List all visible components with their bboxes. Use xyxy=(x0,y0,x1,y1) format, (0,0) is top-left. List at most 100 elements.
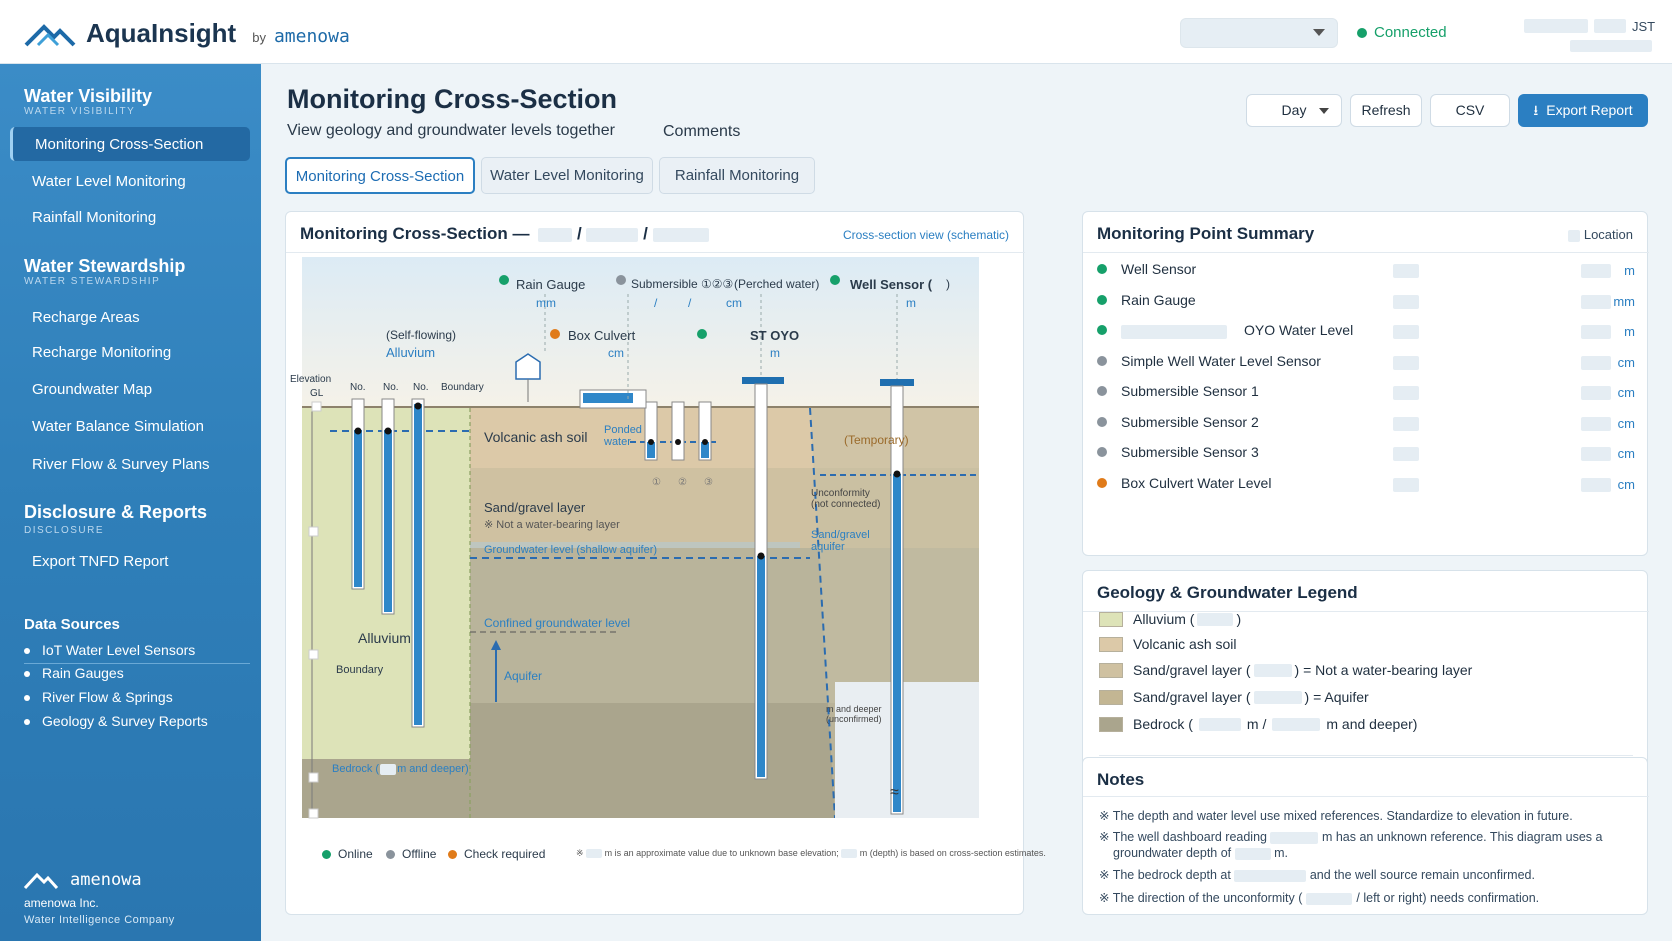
sidebar-item-rainfall-monitoring[interactable]: Rainfall Monitoring xyxy=(32,209,156,226)
location-toggle[interactable]: Location xyxy=(1567,227,1633,242)
legend-label: ) = Aquifer xyxy=(1304,689,1369,705)
well-no-label: No. xyxy=(383,382,399,393)
title-sep: / xyxy=(643,224,648,243)
alluvium-top-label: Alluvium xyxy=(386,345,436,360)
summary-row[interactable]: Well Sensor m xyxy=(1083,259,1649,283)
well-no-label: No. xyxy=(350,382,366,393)
sensor-1-marker: ① xyxy=(652,477,661,488)
value-placeholder xyxy=(380,763,397,775)
sidebar-item-export-tnfd-report[interactable]: Export TNFD Report xyxy=(32,553,168,570)
note-text: / left or right) needs confirmation. xyxy=(1356,891,1540,905)
summary-row[interactable]: Submersible Sensor 2 cm xyxy=(1083,412,1649,436)
sidebar-item-monitoring-cross-section[interactable]: Monitoring Cross-Section xyxy=(10,127,250,161)
status-dot-icon xyxy=(322,849,331,859)
note-text: ※ The well dashboard reading xyxy=(1099,830,1267,844)
value-placeholder xyxy=(1234,869,1307,882)
value-placeholder xyxy=(1581,325,1611,339)
status-dot-icon xyxy=(1097,264,1107,274)
footnote-mark: ※ xyxy=(576,848,584,858)
value-placeholder xyxy=(1393,416,1419,431)
value-placeholder xyxy=(1581,416,1611,431)
gl-label: GL xyxy=(310,388,324,399)
well-sensor-unit: m xyxy=(906,296,916,310)
section-disclosure-reports: Disclosure & Reports xyxy=(24,502,208,522)
submersible-label: Submersible ①②③ xyxy=(631,277,734,291)
footer-logo-text: amenowa xyxy=(70,870,142,890)
sidebar-item-recharge-monitoring[interactable]: Recharge Monitoring xyxy=(32,344,171,361)
sidebar-divider xyxy=(24,663,250,664)
sidebar-item-water-balance-simulation[interactable]: Water Balance Simulation xyxy=(32,418,204,435)
sidebar-item-groundwater-map[interactable]: Groundwater Map xyxy=(32,381,152,398)
summary-label: Submersible Sensor 3 xyxy=(1121,444,1259,460)
tab-rainfall-monitoring[interactable]: Rainfall Monitoring xyxy=(659,157,815,194)
tab-monitoring-cross-section[interactable]: Monitoring Cross-Section xyxy=(285,157,475,194)
sand-nonwb-swatch xyxy=(1099,662,1123,678)
summary-unit: m xyxy=(1624,324,1635,339)
confined-level-label: Confined groundwater level xyxy=(484,616,631,630)
bedrock-swatch xyxy=(1099,716,1123,732)
date-placeholder xyxy=(1570,40,1652,52)
alluvium-label: Alluvium xyxy=(358,630,411,646)
summary-label: Simple Well Water Level Sensor xyxy=(1121,352,1321,369)
legend-label: Bedrock ( xyxy=(1133,716,1193,732)
sidebar-item-recharge-areas[interactable]: Recharge Areas xyxy=(32,309,140,326)
boundary-top-label: Boundary xyxy=(441,382,484,393)
summary-unit: cm xyxy=(1617,415,1635,431)
value-placeholder xyxy=(1253,663,1292,677)
site-select[interactable] xyxy=(1180,18,1338,48)
legend-item-alluvium: Alluvium () xyxy=(1099,611,1241,627)
tab-water-level-monitoring[interactable]: Water Level Monitoring xyxy=(481,157,653,194)
export-report-button[interactable]: ⭳ Export Report xyxy=(1518,94,1648,127)
bedrock-label: Bedrock (m and deeper) xyxy=(332,763,469,775)
note-text: ※ The bedrock depth at xyxy=(1099,868,1231,882)
alluvium-swatch xyxy=(1099,611,1123,627)
export-label: Export Report xyxy=(1546,102,1633,118)
summary-row[interactable]: Submersible Sensor 3 cm xyxy=(1083,442,1649,466)
summary-row[interactable]: OYO Water Level m xyxy=(1083,320,1649,344)
download-icon: ⭳ xyxy=(1533,102,1539,118)
cross-section-card: Monitoring Cross-Section — / / Cross-sec… xyxy=(285,211,1046,915)
box-culvert-unit: cm xyxy=(608,346,624,360)
well-sensor-label: Well Sensor ( xyxy=(850,277,933,292)
csv-button[interactable]: CSV xyxy=(1430,94,1510,127)
amenowa-logo-icon xyxy=(24,872,58,890)
sidebar-item-water-level-monitoring[interactable]: Water Level Monitoring xyxy=(32,173,186,190)
status-dot-icon xyxy=(1097,477,1107,488)
main-content: Monitoring Cross-Section View geology an… xyxy=(261,64,1672,941)
refresh-button[interactable]: Refresh xyxy=(1350,94,1422,127)
page-subtitle: View geology and groundwater levels toge… xyxy=(287,122,615,139)
summary-unit: m xyxy=(1624,263,1635,278)
section-water-stewardship: Water Stewardship xyxy=(24,256,186,276)
deeper-unconfirmed-label: m and deeper (unconfirmed) xyxy=(826,704,882,724)
status-dot-icon xyxy=(1357,27,1367,38)
legend-check: Check required xyxy=(448,847,545,861)
legend-item-sand-nonwb: Sand/gravel layer () = Not a water-beari… xyxy=(1099,662,1472,678)
page-title: Monitoring Cross-Section xyxy=(287,84,617,114)
shallow-aquifer-level-label: Groundwater level (shallow aquifer) xyxy=(484,544,658,556)
legend-label: m and deeper) xyxy=(1326,716,1418,732)
summary-row[interactable]: Rain Gauge mm xyxy=(1083,290,1649,314)
aquainsight-logo-icon xyxy=(24,23,76,46)
status-dot-icon xyxy=(1097,325,1107,335)
summary-row[interactable]: Box Culvert Water Level cm xyxy=(1083,473,1649,497)
ponded-water-label: Ponded water xyxy=(604,424,642,448)
legend-label: ) = Not a water-bearing layer xyxy=(1294,662,1473,678)
not-water-bearing-note: ※ Not a water-bearing layer xyxy=(484,519,620,531)
summary-unit: cm xyxy=(1617,354,1635,370)
cross-section-title-text: Monitoring Cross-Section — xyxy=(300,224,530,243)
status-dot-icon xyxy=(386,849,395,859)
sidebar: Water Visibility WATER VISIBILITY Monito… xyxy=(0,64,261,941)
schematic-note: Cross-section view (schematic) xyxy=(842,228,1009,242)
period-select[interactable]: Day xyxy=(1246,94,1342,127)
brand-by: by xyxy=(252,30,266,45)
note-text: and the well source remain unconfirmed. xyxy=(1309,868,1535,882)
sidebar-item-river-flow-survey-plans[interactable]: River Flow & Survey Plans xyxy=(32,456,210,473)
comments-link[interactable]: Comments xyxy=(663,123,740,141)
source-item: River Flow & Springs xyxy=(24,689,173,705)
section-sub: WATER STEWARDSHIP xyxy=(24,276,161,287)
summary-row[interactable]: Submersible Sensor 1 cm xyxy=(1083,381,1649,405)
bedrock-label-text: Bedrock ( xyxy=(332,763,380,775)
summary-row[interactable]: Simple Well Water Level Sensor cm xyxy=(1083,351,1649,375)
value-placeholder xyxy=(841,849,858,859)
logo[interactable]: AquaInsight by amenowa xyxy=(24,18,350,49)
